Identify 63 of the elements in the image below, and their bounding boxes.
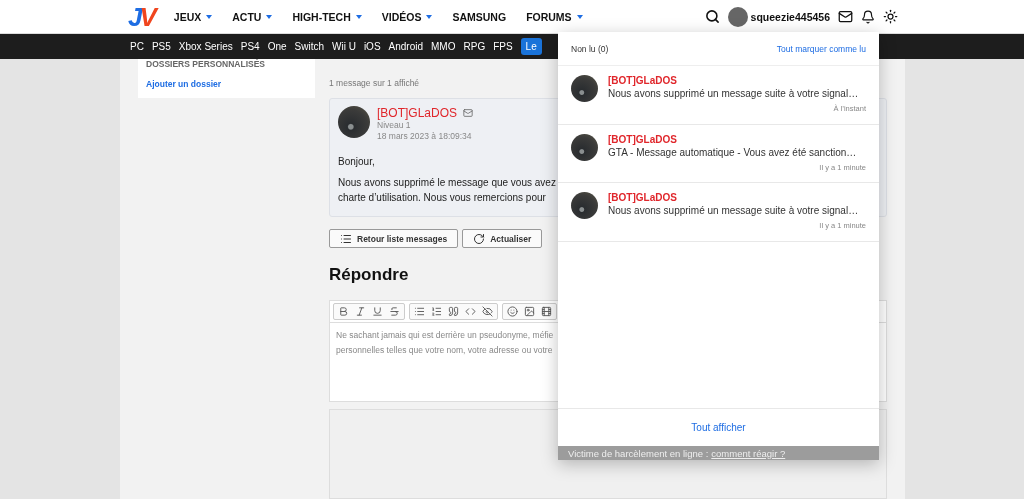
avatar (338, 106, 370, 138)
author-name[interactable]: [BOT]GLaDOS (377, 106, 458, 120)
film-icon[interactable] (541, 306, 552, 317)
notification-author: [BOT]GLaDOS (608, 75, 678, 86)
notification-text: Nous avons supprimé un message suite à votre signal… (608, 88, 860, 99)
bell-icon[interactable] (861, 9, 875, 24)
notification-text: Nous avons supprimé un message suite à votre signal… (608, 205, 860, 216)
user-avatar[interactable] (727, 6, 748, 27)
banner-text: Victime de harcèlement en ligne : (568, 447, 709, 459)
nav-link[interactable]: ACTU (232, 10, 273, 23)
refresh-icon (473, 232, 486, 245)
platform-link[interactable]: One (267, 41, 287, 53)
message-greeting: Bonjour, (338, 155, 375, 169)
avatar (571, 75, 598, 102)
bullet-list-icon[interactable] (414, 306, 425, 317)
avatar (571, 192, 598, 219)
platform-link[interactable]: PS4 (240, 41, 260, 53)
platform-link[interactable]: Xbox Series (178, 41, 233, 53)
notification-author: [BOT]GLaDOS (608, 192, 678, 203)
platform-link[interactable]: PC (130, 41, 144, 53)
avatar (571, 133, 598, 161)
underline-icon[interactable] (372, 306, 383, 317)
add-folder-link[interactable]: Ajouter un dossier (146, 79, 307, 89)
reply-title: Répondre (329, 265, 410, 285)
smiley-icon[interactable] (507, 306, 518, 317)
back-button[interactable]: Retour liste messages (329, 229, 459, 248)
sidebar-heading: DOSSIERS PERSONNALISÉS (146, 59, 267, 69)
nav-link[interactable]: HIGH-TECH (292, 10, 362, 23)
bold-icon[interactable] (338, 306, 349, 317)
platform-link[interactable]: Switch (294, 41, 324, 53)
platform-link[interactable]: PS5 (151, 41, 171, 53)
show-all-link[interactable]: Tout afficher (691, 422, 746, 433)
nav-link[interactable]: VIDÉOS (381, 10, 433, 23)
unread-count: Non lu (0) (571, 43, 609, 54)
platform-link[interactable]: Wii U (332, 41, 356, 53)
list-icon (340, 232, 352, 245)
platform-link[interactable]: FPS (493, 41, 513, 53)
nav-link[interactable]: JEUX (173, 10, 213, 23)
strikethrough-icon[interactable] (389, 306, 400, 317)
message-text: Nous avons supprimé le message que vous avez charte d’utilisation. Nous vous remercions pour (338, 176, 556, 205)
nav-link[interactable]: FORUMS (526, 10, 583, 23)
quote-icon[interactable] (448, 306, 459, 317)
mail-icon[interactable] (838, 9, 853, 25)
italic-icon[interactable] (355, 306, 366, 317)
search-icon[interactable] (704, 9, 720, 25)
highlight-link[interactable]: Le (520, 38, 542, 56)
platform-link[interactable]: Android (388, 41, 424, 53)
image-icon[interactable] (524, 306, 535, 317)
message-count: 1 message sur 1 affiché (329, 78, 420, 88)
platform-link[interactable]: MMO (431, 41, 456, 53)
refresh-button[interactable]: Actualiser (462, 229, 543, 248)
username[interactable]: squeezie445456 (750, 10, 830, 23)
eye-off-icon[interactable] (482, 306, 493, 317)
notification-author: [BOT]GLaDOS (608, 133, 678, 145)
platform-link[interactable]: iOS (363, 41, 381, 53)
user-level: Niveau 1 (377, 120, 412, 131)
platform-link[interactable]: RPG (463, 41, 486, 53)
nav-link[interactable]: SAMSUNG (452, 10, 507, 23)
sun-icon[interactable] (883, 9, 898, 25)
notification-text: GTA - Message automatique - Vous avez été sanction… (608, 146, 858, 158)
message-date: 18 mars 2023 à 18:09:34 (377, 131, 473, 142)
numbered-list-icon[interactable] (431, 306, 442, 317)
mark-all-read-link[interactable]: Tout marquer comme lu (776, 43, 866, 54)
